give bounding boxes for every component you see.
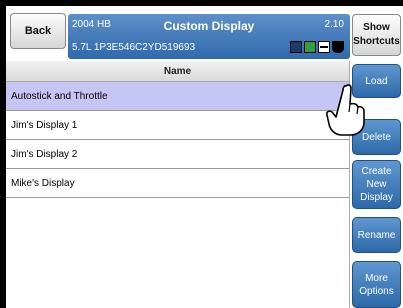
- rename-button[interactable]: Rename: [352, 217, 401, 253]
- vehicle-vin: 5.7L 1P3E546C2YD519693: [72, 42, 196, 53]
- more-options-button[interactable]: More Options: [352, 261, 401, 308]
- list-item[interactable]: Jim's Display 2: [6, 140, 349, 169]
- screen: Back 2004 HB 5.7L 1P3E546C2YD519693 Cust…: [6, 6, 403, 308]
- create-new-display-button[interactable]: Create New Display: [352, 160, 401, 209]
- list-item[interactable]: Mike's Display: [6, 169, 349, 198]
- list-item[interactable]: Autostick and Throttle: [6, 82, 349, 111]
- show-shortcuts-button[interactable]: Show Shortcuts: [352, 14, 401, 56]
- page-title: Custom Display: [163, 19, 255, 33]
- list-item[interactable]: Jim's Display 1: [6, 111, 349, 140]
- signal-icon: [290, 41, 302, 53]
- cup-icon: [332, 41, 344, 53]
- pointing-hand-icon: [326, 84, 365, 136]
- vehicle-header: 2004 HB 5.7L 1P3E546C2YD519693 Custom Di…: [68, 14, 350, 59]
- network-icon: [318, 41, 330, 53]
- display-list: Name Autostick and Throttle Jim's Displa…: [6, 61, 350, 308]
- status-icons: [290, 41, 344, 53]
- software-version: 2.10: [324, 19, 344, 30]
- back-button[interactable]: Back: [10, 13, 66, 49]
- column-header-name: Name: [6, 61, 349, 82]
- battery-icon: [304, 41, 316, 53]
